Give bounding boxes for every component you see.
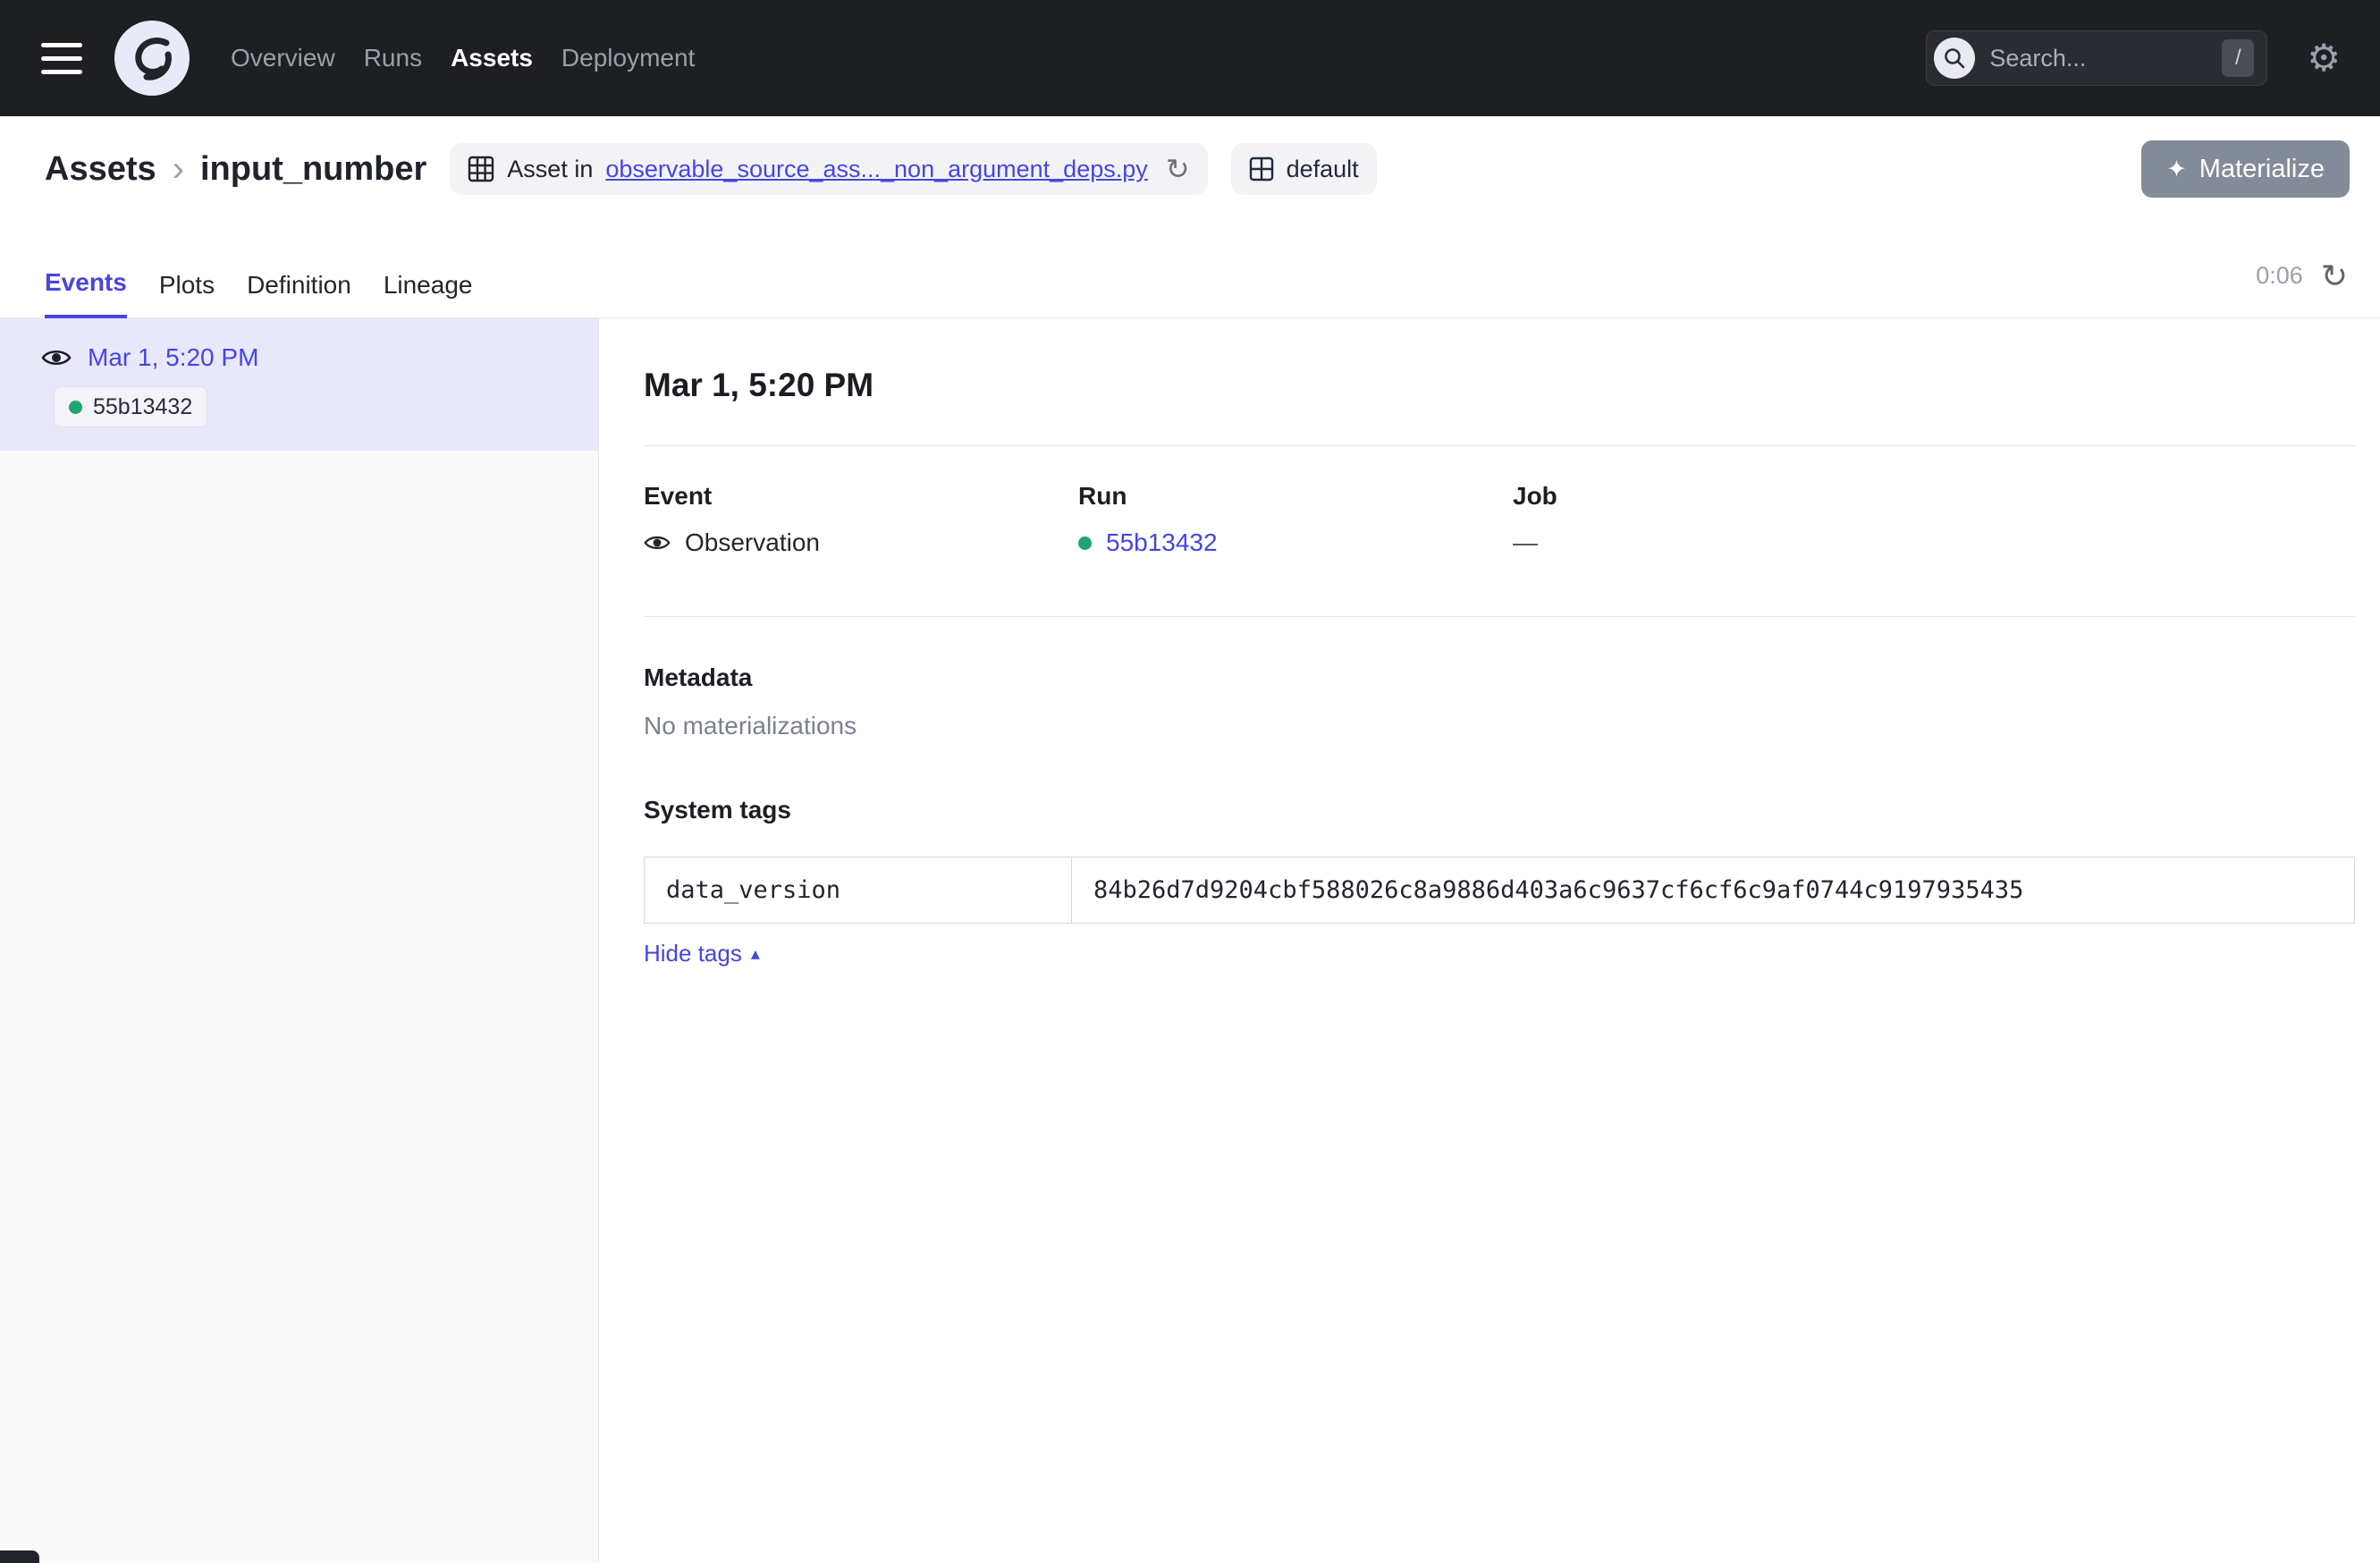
top-navbar: Overview Runs Assets Deployment / ⚙ (0, 0, 2380, 116)
run-status-dot (69, 401, 82, 414)
job-column-label: Job (1513, 482, 1947, 511)
nav-item-runs[interactable]: Runs (364, 44, 422, 72)
nav-item-assets[interactable]: Assets (451, 44, 533, 72)
hide-tags-link[interactable]: Hide tags ▴ (644, 940, 760, 967)
refresh-icon[interactable]: ↻ (2321, 260, 2348, 292)
top-navigation: Overview Runs Assets Deployment (231, 44, 695, 72)
bottom-left-partial-element (0, 1550, 39, 1563)
tag-value-cell: 84b26d7d9204cbf588026c8a9886d403a6c9637c… (1072, 858, 2355, 924)
event-timestamp-link[interactable]: Mar 1, 5:20 PM (88, 343, 258, 372)
event-list-item-selected[interactable]: Mar 1, 5:20 PM 55b13432 (0, 318, 598, 451)
asset-definition-file-link[interactable]: observable_source_ass..._non_argument_de… (605, 156, 1147, 183)
refresh-timer: 0:06 (2256, 262, 2303, 290)
job-column: Job — (1513, 482, 1947, 557)
divider (644, 445, 2355, 446)
sparkle-icon: ✦ (2166, 156, 2187, 183)
tab-definition[interactable]: Definition (247, 271, 351, 317)
page-title: input_number (200, 150, 426, 189)
run-status-dot (1078, 536, 1092, 550)
chevron-right-icon: › (173, 149, 184, 190)
tag-key-cell: data_version (645, 858, 1072, 924)
event-detail-title: Mar 1, 5:20 PM (644, 367, 2355, 404)
nav-item-overview[interactable]: Overview (231, 44, 335, 72)
observation-eye-icon (41, 347, 72, 368)
run-column-label: Run (1078, 482, 1513, 511)
observation-eye-icon (644, 533, 671, 553)
event-type-value: Observation (685, 528, 820, 557)
tab-plots[interactable]: Plots (159, 271, 215, 317)
caret-up-icon: ▴ (751, 942, 760, 965)
asset-tabs: Events Plots Definition Lineage 0:06 ↻ (0, 199, 2380, 318)
event-detail-panel: Mar 1, 5:20 PM Event Observation (599, 318, 2380, 1563)
materialize-button[interactable]: ✦ Materialize (2141, 140, 2350, 198)
metadata-heading: Metadata (644, 663, 2355, 692)
content-area: Mar 1, 5:20 PM 55b13432 Mar 1, 5:20 PM E… (0, 318, 2380, 1563)
system-tags-heading: System tags (644, 796, 2355, 824)
tab-events[interactable]: Events (45, 268, 127, 318)
asset-location-badge: Asset in observable_source_ass..._non_ar… (450, 143, 1207, 195)
run-chip-label: 55b13432 (93, 394, 192, 420)
table-row: data_version 84b26d7d9204cbf588026c8a988… (645, 858, 2355, 924)
global-search[interactable]: / (1926, 30, 2267, 86)
tab-lineage[interactable]: Lineage (384, 271, 473, 317)
event-summary-columns: Event Observation Run (644, 482, 2355, 557)
event-list-sidebar: Mar 1, 5:20 PM 55b13432 (0, 318, 599, 1563)
topbar-right: / ⚙ (1926, 30, 2341, 86)
asset-grid-icon (468, 156, 494, 182)
metadata-empty-text: No materializations (644, 712, 2355, 740)
dagster-logo-icon[interactable] (114, 21, 190, 96)
settings-gear-icon[interactable]: ⚙ (2307, 39, 2341, 77)
repo-badge[interactable]: default (1231, 143, 1377, 195)
asset-location-prefix: Asset in (507, 156, 593, 183)
system-tags-table: data_version 84b26d7d9204cbf588026c8a988… (644, 857, 2355, 924)
repo-icon (1249, 156, 1274, 182)
breadcrumb-assets-link[interactable]: Assets (45, 150, 156, 189)
run-column: Run 55b13432 (1078, 482, 1513, 557)
job-empty-value: — (1513, 528, 1538, 557)
run-id-chip[interactable]: 55b13432 (54, 386, 207, 427)
event-column-label: Event (644, 482, 1078, 511)
divider (644, 616, 2355, 617)
materialize-button-label: Materialize (2199, 155, 2325, 184)
search-icon (1934, 38, 1975, 79)
hide-tags-label: Hide tags (644, 940, 742, 967)
run-id-link[interactable]: 55b13432 (1106, 528, 1218, 557)
menu-hamburger-icon[interactable] (41, 43, 82, 74)
repo-badge-label: default (1287, 156, 1359, 183)
breadcrumb: Assets › input_number (45, 149, 426, 190)
nav-item-deployment[interactable]: Deployment (561, 44, 695, 72)
event-column: Event Observation (644, 482, 1078, 557)
page-header: Assets › input_number Asset in observabl… (0, 116, 2380, 318)
search-input[interactable] (1989, 45, 2195, 72)
dagster-app: Overview Runs Assets Deployment / ⚙ (0, 0, 2380, 1563)
reload-definition-icon[interactable]: ↻ (1166, 152, 1190, 186)
search-shortcut-key: / (2222, 39, 2254, 77)
